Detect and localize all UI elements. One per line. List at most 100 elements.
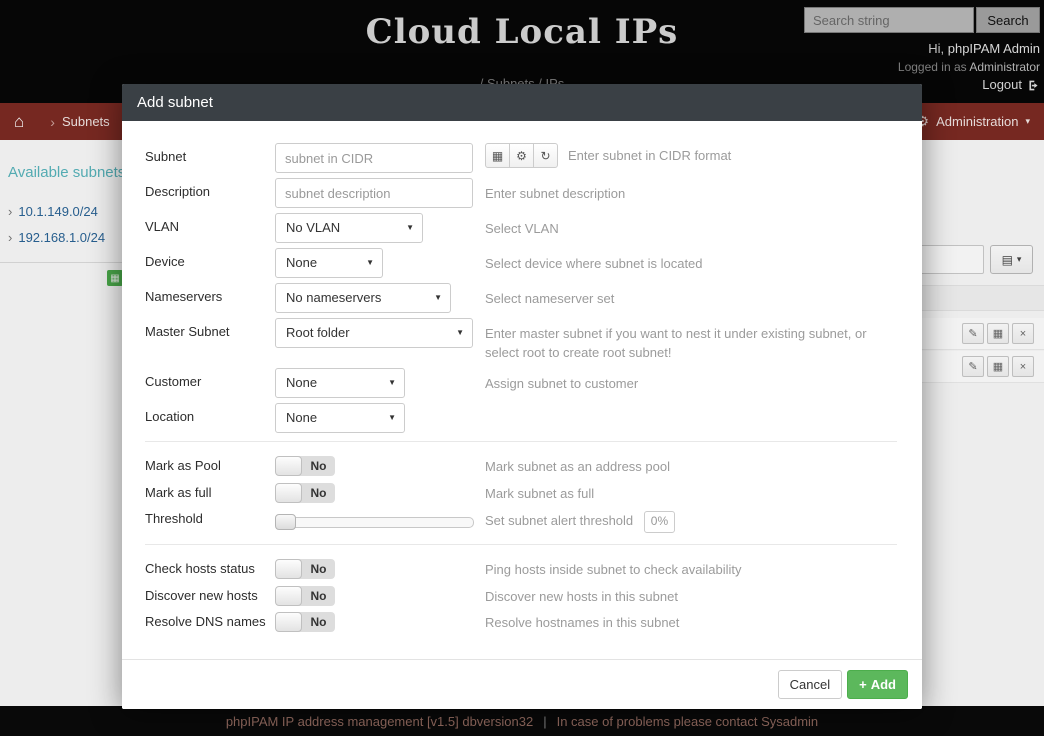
field-col: No: [275, 559, 485, 579]
field-label: Description: [145, 178, 275, 199]
subnet-settings-button[interactable]: ⚙: [509, 143, 534, 168]
caret-down-icon: ▼: [366, 249, 374, 277]
refresh-icon: ↻: [540, 149, 550, 163]
form-row-subnet: Subnet ▦ ⚙ ↻ Enter subnet in CIDR format: [145, 143, 897, 173]
field-col: Root folder ▼: [275, 318, 485, 348]
form-row-resolve-dns: Resolve DNS names No Resolve hostnames i…: [145, 612, 897, 633]
field-label: Device: [145, 248, 275, 269]
field-label: Location: [145, 403, 275, 424]
mark-as-full-toggle[interactable]: No: [275, 483, 335, 503]
field-hint: Ping hosts inside subnet to check availa…: [485, 559, 897, 580]
field-col: None ▼: [275, 403, 485, 433]
add-subnet-modal: Add subnet Subnet ▦ ⚙ ↻ Enter subnet in …: [122, 84, 922, 709]
location-select[interactable]: None ▼: [275, 403, 405, 433]
field-label: Customer: [145, 368, 275, 389]
caret-down-icon: ▼: [388, 369, 396, 397]
field-hint: Mark subnet as an address pool: [485, 456, 897, 477]
field-hint: Select nameserver set: [485, 283, 897, 309]
select-value: No VLAN: [286, 220, 340, 235]
form-row-nameservers: Nameservers No nameservers ▼ Select name…: [145, 283, 897, 313]
field-hint: Select VLAN: [485, 213, 897, 239]
vlan-select[interactable]: No VLAN ▼: [275, 213, 423, 243]
mark-as-pool-toggle[interactable]: No: [275, 456, 335, 476]
subnet-input[interactable]: [275, 143, 473, 173]
form-row-threshold: Threshold Set subnet alert threshold 0%: [145, 509, 897, 532]
field-hint: Set subnet alert threshold: [485, 513, 633, 528]
gear-icon: ⚙: [516, 149, 527, 163]
select-value: None: [286, 375, 317, 390]
form-row-mark-as-full: Mark as full No Mark subnet as full: [145, 483, 897, 504]
field-col: [275, 178, 485, 208]
subnet-refresh-button[interactable]: ↻: [533, 143, 558, 168]
field-label: Threshold: [145, 509, 275, 526]
field-col: No: [275, 483, 485, 503]
add-button-label: Add: [871, 677, 896, 692]
field-col: No: [275, 612, 485, 632]
toggle-value: No: [302, 456, 335, 476]
form-row-description: Description Enter subnet description: [145, 178, 897, 208]
master-subnet-select[interactable]: Root folder ▼: [275, 318, 473, 348]
toggle-knob: [275, 612, 302, 632]
modal-title: Add subnet: [137, 94, 213, 111]
field-hint-area: ▦ ⚙ ↻ Enter subnet in CIDR format: [485, 143, 897, 168]
select-value: Root folder: [286, 325, 350, 340]
nameservers-select[interactable]: No nameservers ▼: [275, 283, 451, 313]
threshold-slider[interactable]: [275, 517, 474, 528]
customer-select[interactable]: None ▼: [275, 368, 405, 398]
discover-hosts-toggle[interactable]: No: [275, 586, 335, 606]
field-hint-area: Set subnet alert threshold 0%: [485, 509, 897, 532]
modal-body: Subnet ▦ ⚙ ↻ Enter subnet in CIDR format…: [122, 121, 922, 645]
threshold-slider-handle[interactable]: [275, 514, 296, 530]
caret-down-icon: ▼: [388, 404, 396, 432]
form-row-device: Device None ▼ Select device where subnet…: [145, 248, 897, 278]
field-col: No VLAN ▼: [275, 213, 485, 243]
form-row-vlan: VLAN No VLAN ▼ Select VLAN: [145, 213, 897, 243]
field-label: Mark as Pool: [145, 456, 275, 473]
field-label: Subnet: [145, 143, 275, 164]
resolve-dns-toggle[interactable]: No: [275, 612, 335, 632]
check-hosts-toggle[interactable]: No: [275, 559, 335, 579]
toggle-knob: [275, 483, 302, 503]
field-label: Nameservers: [145, 283, 275, 304]
form-row-mark-as-pool: Mark as Pool No Mark subnet as an addres…: [145, 456, 897, 477]
field-col: [275, 509, 485, 528]
add-button[interactable]: + Add: [847, 670, 908, 699]
field-col: No nameservers ▼: [275, 283, 485, 313]
field-hint: Select device where subnet is located: [485, 248, 897, 274]
caret-down-icon: ▼: [434, 284, 442, 312]
form-row-master-subnet: Master Subnet Root folder ▼ Enter master…: [145, 318, 897, 363]
select-value: None: [286, 255, 317, 270]
form-row-customer: Customer None ▼ Assign subnet to custome…: [145, 368, 897, 398]
subnet-tools: ▦ ⚙ ↻: [485, 143, 558, 168]
modal-footer: Cancel + Add: [122, 659, 922, 709]
field-hint: Enter master subnet if you want to nest …: [485, 318, 897, 363]
cancel-button[interactable]: Cancel: [778, 670, 842, 699]
divider: [145, 441, 897, 442]
field-label: Resolve DNS names: [145, 612, 275, 629]
toggle-knob: [275, 456, 302, 476]
field-label: Discover new hosts: [145, 586, 275, 603]
field-hint: Resolve hostnames in this subnet: [485, 612, 897, 633]
toggle-value: No: [302, 483, 335, 503]
field-col: None ▼: [275, 368, 485, 398]
toggle-value: No: [302, 586, 335, 606]
divider: [145, 544, 897, 545]
field-hint: Enter subnet description: [485, 178, 897, 204]
field-col: No: [275, 586, 485, 606]
toggle-knob: [275, 586, 302, 606]
plus-icon: +: [859, 677, 867, 692]
field-col: [275, 143, 485, 173]
field-label: Check hosts status: [145, 559, 275, 576]
select-value: None: [286, 410, 317, 425]
field-col: No: [275, 456, 485, 476]
form-row-check-hosts: Check hosts status No Ping hosts inside …: [145, 559, 897, 580]
toggle-value: No: [302, 559, 335, 579]
subnet-map-button[interactable]: ▦: [485, 143, 510, 168]
description-input[interactable]: [275, 178, 473, 208]
device-select[interactable]: None ▼: [275, 248, 383, 278]
grid-icon: ▦: [492, 149, 503, 163]
field-label: Mark as full: [145, 483, 275, 500]
select-value: No nameservers: [286, 290, 381, 305]
field-hint: Mark subnet as full: [485, 483, 897, 504]
field-hint: Discover new hosts in this subnet: [485, 586, 897, 607]
